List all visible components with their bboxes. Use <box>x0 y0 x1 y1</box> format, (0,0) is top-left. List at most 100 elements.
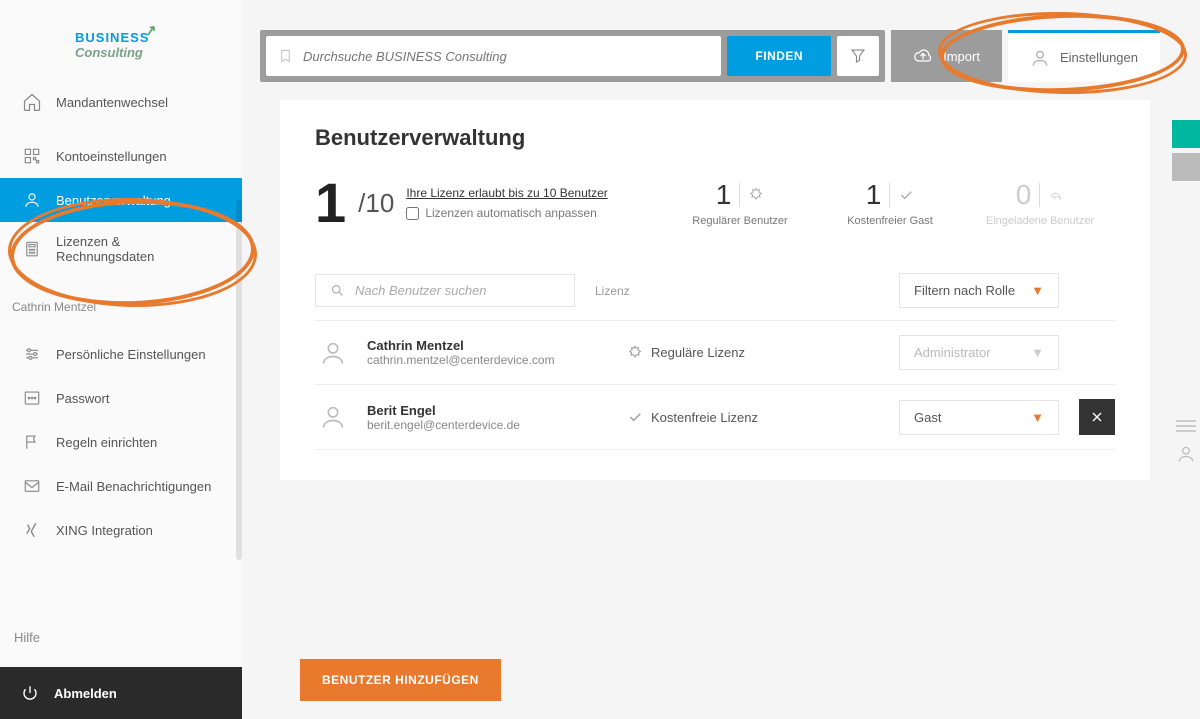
sliders-icon <box>22 344 42 364</box>
sidebar-item-email-notifications[interactable]: E-Mail Benachrichtigungen <box>0 464 242 508</box>
sidebar-item-mandant[interactable]: Mandantenwechsel <box>0 80 242 124</box>
user-role-dropdown[interactable]: Gast ▼ <box>899 400 1059 435</box>
user-row: Cathrin Mentzel cathrin.mentzel@centerde… <box>315 321 1115 385</box>
close-icon <box>1089 409 1105 425</box>
tab-label: Einstellungen <box>1060 50 1138 65</box>
role-filter-label: Filtern nach Rolle <box>914 283 1015 298</box>
sidebar-item-label: Mandantenwechsel <box>56 95 168 110</box>
stat-invited-label: Eingeladene Benutzer <box>965 215 1115 227</box>
check-icon <box>627 409 643 425</box>
user-role-dropdown[interactable]: Administrator ▼ <box>899 335 1059 370</box>
brand-logo: ↗ BUSINESS Consulting <box>0 0 242 80</box>
user-role-label: Administrator <box>914 345 991 360</box>
search-input[interactable] <box>303 49 709 64</box>
find-button[interactable]: FINDEN <box>727 36 831 76</box>
bookmark-icon <box>278 47 293 65</box>
stat-regular-count: 1 <box>716 179 732 211</box>
tab-label: Import <box>943 49 980 64</box>
stat-invited-count: 0 <box>1016 179 1032 211</box>
user-search-placeholder: Nach Benutzer suchen <box>355 283 487 298</box>
stat-invited: 0 Eingeladene Benutzer <box>965 179 1115 227</box>
logo-line2: Consulting <box>75 45 143 60</box>
main-panel: Benutzerverwaltung 1 /10 Ihre Lizenz erl… <box>280 100 1150 480</box>
power-icon <box>20 683 40 703</box>
sidebar-item-label: Persönliche Einstellungen <box>56 347 206 362</box>
sidebar-item-label: Lizenzen & Rechnungsdaten <box>56 234 222 264</box>
tab-settings[interactable]: Einstellungen <box>1008 30 1160 82</box>
sidebar-item-label: Kontoeinstellungen <box>56 149 167 164</box>
chevron-down-icon: ▼ <box>1031 345 1044 360</box>
stat-regular-label: Regulärer Benutzer <box>665 215 815 227</box>
license-block: 1 /10 Ihre Lizenz erlaubt bis zu 10 Benu… <box>315 175 665 231</box>
chevron-down-icon: ▼ <box>1031 283 1044 298</box>
sidebar-item-licenses-billing[interactable]: Lizenzen & Rechnungsdaten <box>0 222 242 276</box>
sidebar-item-rules[interactable]: Regeln einrichten <box>0 420 242 464</box>
search-box[interactable] <box>266 36 721 76</box>
qr-icon <box>22 146 42 166</box>
user-license-label: Reguläre Lizenz <box>651 345 745 360</box>
user-license-label: Kostenfreie Lizenz <box>651 410 758 425</box>
sidebar-item-label: Benutzerverwaltung <box>56 193 171 208</box>
upload-cloud-icon <box>913 46 933 66</box>
search-icon <box>330 283 345 298</box>
delete-user-button[interactable] <box>1079 399 1115 435</box>
user-icon <box>1030 48 1050 68</box>
stat-guest-count: 1 <box>866 179 882 211</box>
logout-label: Abmelden <box>54 686 117 701</box>
license-column-header: Lizenz <box>595 284 879 298</box>
user-email: berit.engel@centerdevice.de <box>367 418 607 432</box>
user-name: Cathrin Mentzel <box>367 338 607 353</box>
home-icon <box>22 92 42 112</box>
check-icon <box>898 187 914 203</box>
dock-tab-grey[interactable] <box>1172 153 1200 181</box>
add-user-button[interactable]: BENUTZER HINZUFÜGEN <box>300 659 501 701</box>
user-icon <box>22 190 42 210</box>
filter-row: Nach Benutzer suchen Lizenz Filtern nach… <box>315 261 1115 321</box>
search-container: FINDEN <box>260 30 885 82</box>
sidebar-scrollbar[interactable] <box>236 200 242 560</box>
sidebar-item-label: Regeln einrichten <box>56 435 157 450</box>
dock-tab-green[interactable] <box>1172 120 1200 148</box>
topbar: FINDEN Import Einstellungen <box>260 30 1160 82</box>
user-name: Berit Engel <box>367 403 607 418</box>
sidebar-item-personal-settings[interactable]: Persönliche Einstellungen <box>0 332 242 376</box>
mail-icon <box>22 476 42 496</box>
sidebar-help[interactable]: Hilfe <box>0 618 242 657</box>
user-role-label: Gast <box>914 410 941 425</box>
sidebar: ↗ BUSINESS Consulting Mandantenwechsel K… <box>0 0 242 719</box>
funnel-icon <box>849 47 867 65</box>
user-row: Berit Engel berit.engel@centerdevice.de … <box>315 385 1115 450</box>
avatar-icon <box>319 339 347 367</box>
stat-regular: 1 Regulärer Benutzer <box>665 179 815 227</box>
badge-icon <box>627 345 643 361</box>
right-dock-icons <box>1176 420 1196 464</box>
license-total: /10 <box>358 188 394 219</box>
stat-guest: 1 Kostenfreier Gast <box>815 179 965 227</box>
sidebar-item-xing[interactable]: XING Integration <box>0 508 242 552</box>
badge-icon <box>748 187 764 203</box>
user-search-input[interactable]: Nach Benutzer suchen <box>315 274 575 307</box>
right-dock <box>1172 120 1200 186</box>
user-email: cathrin.mentzel@centerdevice.com <box>367 353 607 367</box>
license-used-count: 1 <box>315 175 346 231</box>
menu-icon[interactable] <box>1176 420 1196 432</box>
xing-icon <box>22 520 42 540</box>
sidebar-item-label: XING Integration <box>56 523 153 538</box>
filter-button[interactable] <box>837 36 879 76</box>
role-filter-dropdown[interactable]: Filtern nach Rolle ▼ <box>899 273 1059 308</box>
sidebar-item-user-management[interactable]: Benutzerverwaltung <box>0 178 242 222</box>
sidebar-user-heading: Cathrin Mentzel <box>0 286 242 322</box>
auto-adjust-label: Lizenzen automatisch anpassen <box>425 206 596 220</box>
sidebar-item-label: E-Mail Benachrichtigungen <box>56 479 211 494</box>
sidebar-item-account-settings[interactable]: Kontoeinstellungen <box>0 134 242 178</box>
chevron-down-icon: ▼ <box>1031 410 1044 425</box>
tab-import[interactable]: Import <box>891 30 1002 82</box>
license-link[interactable]: Ihre Lizenz erlaubt bis zu 10 Benutzer <box>406 186 607 200</box>
logo-line1: BUSINESS <box>75 30 149 45</box>
avatar-icon <box>319 403 347 431</box>
user-icon[interactable] <box>1176 444 1196 464</box>
reply-icon <box>1048 187 1064 203</box>
logout-button[interactable]: Abmelden <box>0 667 242 719</box>
sidebar-item-password[interactable]: Passwort <box>0 376 242 420</box>
auto-adjust-checkbox[interactable] <box>406 207 419 220</box>
